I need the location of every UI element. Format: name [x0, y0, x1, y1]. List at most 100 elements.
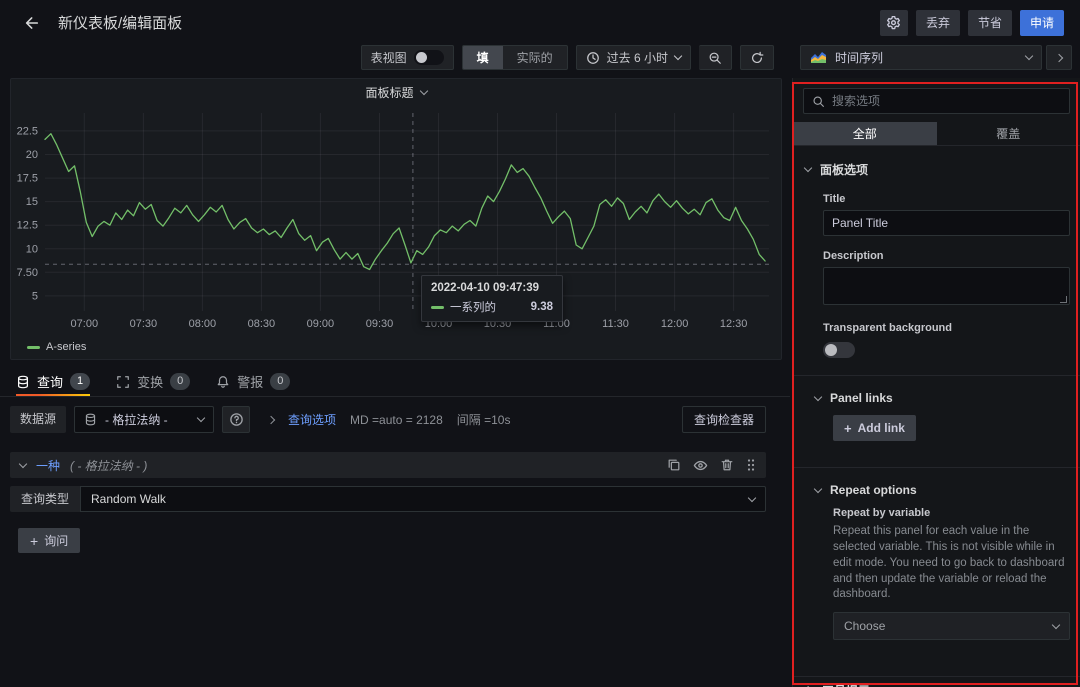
section-tooltip[interactable]: 工具提示: [793, 676, 1080, 687]
chevron-down-icon: [814, 392, 822, 400]
tooltip-series-value: 9.38: [531, 301, 553, 313]
svg-text:09:30: 09:30: [366, 318, 394, 330]
viz-picker: 时间序列: [800, 45, 1072, 70]
section-label: 面板选项: [820, 161, 868, 178]
query-inspector-button[interactable]: 查询检查器: [682, 406, 766, 433]
panel-settings-button[interactable]: [880, 10, 908, 36]
tab-alert[interactable]: 警报 0: [216, 367, 290, 396]
database-icon: [84, 413, 97, 426]
query-refid[interactable]: 一种: [36, 457, 60, 474]
back-icon: [21, 14, 39, 32]
options-search-input[interactable]: [832, 94, 1061, 108]
query-row-body: 查询类型 Random Walk: [10, 486, 766, 512]
query-toolbar: 数据源 - 格拉法纳 - 查询选项 MD =auto = 2128 间隔 =10…: [10, 406, 766, 433]
query-row-header[interactable]: 一种 ( - 格拉法纳 - ): [10, 452, 766, 478]
section-label: Repeat options: [830, 483, 917, 497]
chevron-down-icon: [19, 459, 27, 467]
repeat-options-body: Repeat by variable Repeat this panel for…: [803, 507, 1070, 640]
time-range-picker[interactable]: 过去 6 小时: [576, 45, 691, 70]
repeat-variable-select[interactable]: Choose: [833, 612, 1070, 640]
viz-type-select[interactable]: 时间序列: [800, 45, 1042, 70]
actual-option[interactable]: 实际的: [503, 46, 567, 69]
chevron-down-icon: [748, 493, 756, 501]
datasource-select[interactable]: - 格拉法纳 -: [74, 406, 214, 433]
datasource-help-button[interactable]: [222, 406, 250, 433]
zoom-out-icon: [708, 51, 722, 65]
resize-handle[interactable]: [1060, 296, 1067, 303]
panel-edit-toolbar: 表视图 填 实际的 过去 6 小时: [0, 45, 782, 70]
plus-icon: +: [844, 421, 852, 436]
panel-title-menu[interactable]: 面板标题: [11, 79, 781, 105]
fill-option[interactable]: 填: [463, 46, 503, 69]
tab-count-badge: 1: [70, 373, 90, 390]
svg-text:10: 10: [26, 243, 38, 255]
chevron-down-icon: [1052, 621, 1060, 629]
legend-label: A-series: [46, 341, 86, 353]
tab-transform[interactable]: 变换 0: [116, 367, 190, 396]
title-field-label: Title: [823, 193, 1070, 205]
tooltip-timestamp: 2022-04-10 09:47:39: [431, 282, 553, 294]
chevron-down-icon: [197, 414, 205, 422]
legend-color-swatch: [27, 346, 40, 349]
database-icon: [16, 375, 30, 389]
chevron-down-icon: [1025, 52, 1033, 60]
section-panel-options[interactable]: 面板选项: [803, 146, 1070, 184]
table-view-toggle[interactable]: [414, 50, 444, 65]
query-type-value: Random Walk: [91, 492, 166, 506]
tab-count-badge: 0: [170, 373, 190, 390]
tab-overrides[interactable]: 覆盖: [937, 122, 1080, 145]
table-view-control: 表视图: [361, 45, 454, 70]
description-field: [823, 267, 1070, 308]
tab-query[interactable]: 查询 1: [16, 367, 90, 396]
collapse-options-button[interactable]: [1046, 45, 1072, 70]
section-repeat-options[interactable]: Repeat options: [803, 468, 1070, 503]
datasource-value: - 格拉法纳 -: [105, 411, 168, 428]
zoom-out-button[interactable]: [699, 45, 732, 70]
transparent-bg-label: Transparent background: [823, 322, 1070, 334]
clock-icon: [586, 51, 600, 65]
back-button[interactable]: [16, 9, 44, 37]
drag-handle-icon[interactable]: [746, 458, 756, 473]
refresh-button[interactable]: [740, 45, 774, 70]
chevron-down-icon: [814, 484, 822, 492]
viz-type-label: 时间序列: [835, 49, 1018, 66]
options-search[interactable]: [803, 88, 1070, 114]
transform-icon: [116, 375, 130, 389]
tooltip-series-name: 一系列的: [450, 299, 496, 315]
apply-button[interactable]: 申请: [1020, 10, 1064, 36]
tab-all-options[interactable]: 全部: [793, 122, 937, 145]
transparent-bg-toggle[interactable]: [823, 342, 855, 358]
query-type-select[interactable]: Random Walk: [80, 486, 766, 512]
timeseries-viz-icon: [810, 51, 827, 64]
svg-text:08:00: 08:00: [189, 318, 217, 330]
legend-item-a-series[interactable]: A-series: [27, 341, 86, 353]
tab-label: 警报: [237, 372, 263, 391]
query-options-link[interactable]: 查询选项: [288, 411, 336, 428]
panel-links-body: + Add link: [803, 411, 1070, 441]
section-panel-links[interactable]: Panel links: [803, 376, 1070, 411]
panel-title-input[interactable]: [823, 210, 1070, 236]
svg-text:17.5: 17.5: [17, 173, 38, 185]
discard-button[interactable]: 丢弃: [916, 10, 960, 36]
chevron-right-icon[interactable]: [267, 415, 275, 423]
save-button[interactable]: 节省: [968, 10, 1012, 36]
timeseries-chart[interactable]: 22.52017.51512.5107.50507:0007:3008:0008…: [11, 105, 781, 337]
repeat-variable-label: Repeat by variable: [833, 507, 1070, 519]
eye-icon[interactable]: [693, 458, 708, 473]
plus-icon: +: [30, 533, 38, 549]
options-sidebar: 全部 覆盖 面板选项 Title Description Transparent…: [792, 78, 1080, 687]
chevron-right-icon: [1055, 53, 1063, 61]
add-query-label: 询问: [44, 532, 68, 549]
add-query-button[interactable]: + 询问: [18, 528, 80, 553]
panel-description-textarea[interactable]: [823, 267, 1070, 305]
duplicate-query-icon[interactable]: [667, 458, 681, 473]
svg-text:12:00: 12:00: [661, 318, 689, 330]
trash-icon[interactable]: [720, 458, 734, 473]
panel-title: 面板标题: [365, 84, 413, 101]
svg-text:07:30: 07:30: [130, 318, 158, 330]
section-label: Panel links: [830, 391, 893, 405]
add-link-button[interactable]: + Add link: [833, 415, 916, 441]
tab-count-badge: 0: [270, 373, 290, 390]
panel-preview: 面板标题 22.52017.51512.5107.50507:0007:3008…: [10, 78, 782, 360]
tooltip-series-row: 一系列的 9.38: [431, 299, 553, 315]
